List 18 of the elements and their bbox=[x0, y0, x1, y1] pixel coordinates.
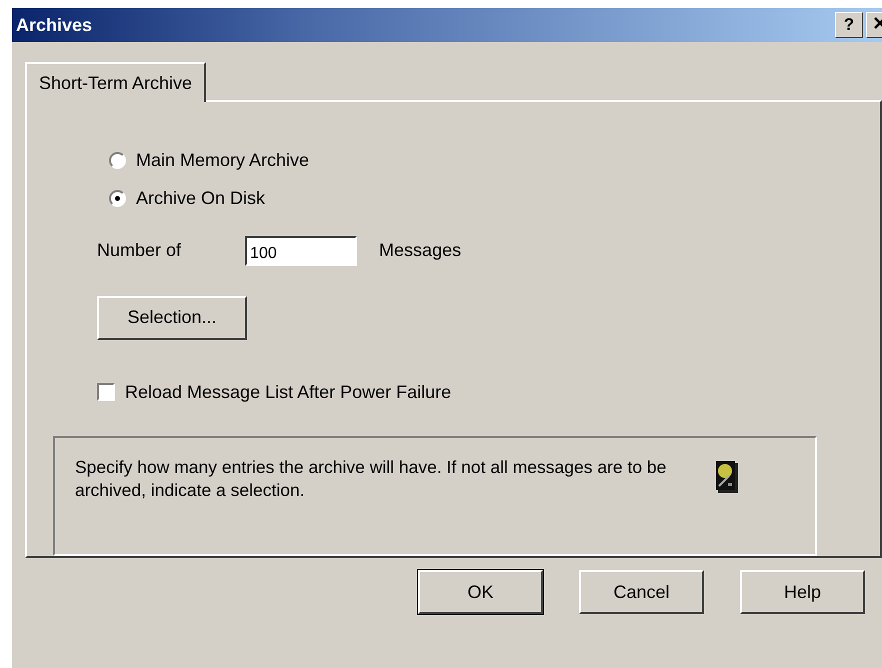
count-label: Number of bbox=[97, 240, 182, 262]
tab[interactable]: Short-Term Archive bbox=[25, 62, 206, 102]
radio-label: Main Memory Archive bbox=[136, 150, 310, 172]
dialog-button[interactable]: Cancel bbox=[579, 570, 704, 614]
dialog-button[interactable]: Help bbox=[740, 570, 865, 614]
radio-button[interactable] bbox=[109, 152, 126, 170]
selection-button[interactable]: Selection... bbox=[97, 296, 247, 340]
radio-button[interactable] bbox=[109, 190, 126, 208]
radio-label: Archive On Disk bbox=[136, 188, 266, 210]
archive-book-icon bbox=[715, 460, 739, 494]
info-text: Specify how many entries the archive will have. If not all messages are to be archived, indicate a selection. bbox=[75, 456, 668, 502]
unit-label: Messages bbox=[379, 240, 462, 262]
help-button[interactable]: ? bbox=[835, 12, 863, 38]
count-field[interactable]: 100 bbox=[245, 236, 358, 266]
checkbox[interactable] bbox=[97, 383, 115, 402]
dialog-button[interactable]: OK bbox=[418, 570, 543, 614]
window-title: Archives bbox=[15, 14, 92, 36]
checkbox-label: Reload Message List After Power Failure bbox=[125, 382, 452, 403]
